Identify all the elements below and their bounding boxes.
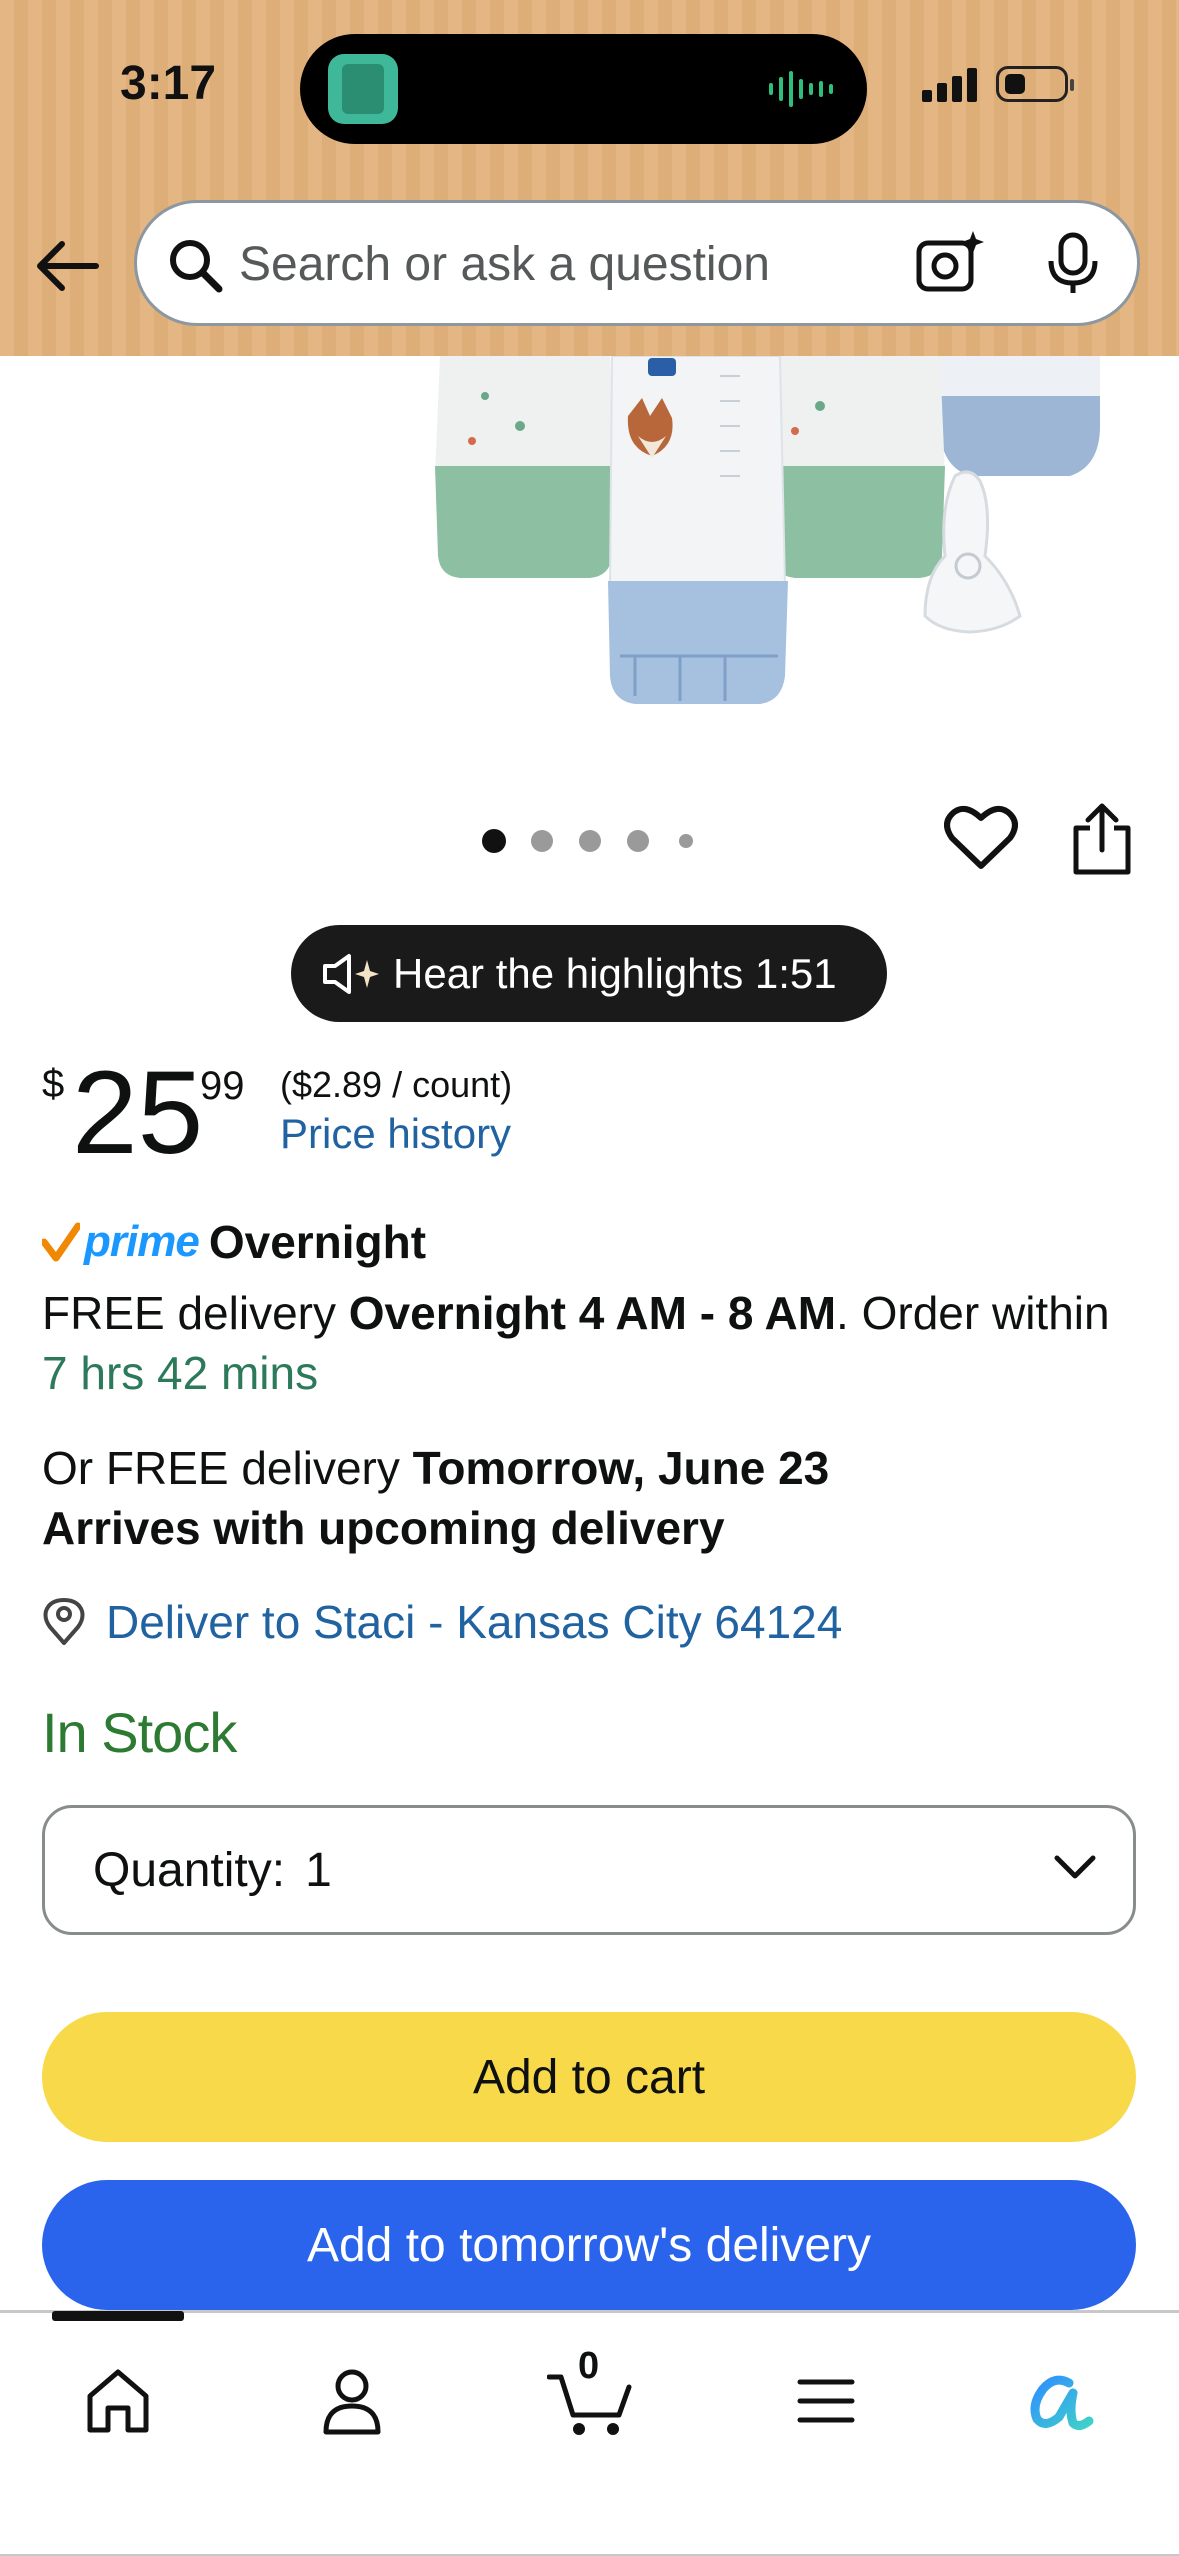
prime-badge: prime Overnight (42, 1214, 426, 1270)
price-symbol: $ (42, 1062, 65, 1106)
price-whole: 25 (72, 1047, 204, 1179)
deliver-to-link[interactable]: Deliver to Staci - Kansas City 64124 (42, 1595, 842, 1649)
active-tab-indicator (52, 2311, 184, 2321)
battery-icon (996, 66, 1074, 102)
cellular-signal-icon (922, 68, 977, 102)
rufus-icon (1030, 2375, 1094, 2431)
nav-account[interactable] (302, 2351, 402, 2451)
price-history-link[interactable]: Price history (280, 1110, 511, 1158)
primary-delivery-message: FREE delivery Overnight 4 AM - 8 AM. Ord… (42, 1283, 1142, 1403)
unit-price: ($2.89 / count) (280, 1064, 513, 1105)
cart-count: 0 (578, 2345, 600, 2387)
quantity-value: 1 (305, 1843, 332, 1897)
speaker-sparkle-icon (323, 953, 379, 994)
camera-search-icon[interactable] (915, 229, 985, 295)
back-arrow-icon[interactable] (32, 236, 102, 296)
nav-home[interactable] (68, 2351, 168, 2451)
location-pin-icon (43, 1598, 85, 1645)
hear-highlights-button[interactable]: Hear the highlights 1:51 (291, 925, 887, 1022)
nav-rufus[interactable] (1010, 2351, 1110, 2451)
delivery-text: . Order within (836, 1287, 1110, 1339)
add-to-tomorrow-delivery-button[interactable]: Add to tomorrow's delivery (42, 2180, 1136, 2310)
stock-status: In Stock (42, 1701, 237, 1764)
quantity-label: Quantity: (93, 1843, 286, 1897)
hear-highlights-label: Hear the highlights 1:51 (393, 949, 837, 997)
now-playing-app-icon[interactable] (328, 54, 398, 124)
price-fraction: 99 (200, 1064, 245, 1108)
search-icon (170, 240, 223, 293)
delivery-text: Or FREE delivery (42, 1442, 413, 1494)
prime-label: prime (84, 1217, 200, 1266)
account-icon (323, 2369, 381, 2435)
nav-cart[interactable]: 0 (540, 2345, 640, 2451)
status-time: 3:17 (120, 57, 217, 110)
image-carousel-dots[interactable] (480, 826, 700, 856)
nav-menu[interactable] (776, 2351, 876, 2451)
microphone-icon[interactable] (1045, 231, 1101, 297)
heart-icon[interactable] (944, 802, 1018, 872)
bottom-nav: 0 (0, 2310, 1179, 2556)
add-to-cart-button[interactable]: Add to cart (42, 2012, 1136, 2142)
delivery-note: Arrives with upcoming delivery (42, 1502, 725, 1554)
order-countdown: 7 hrs 42 mins (42, 1347, 319, 1399)
dynamic-island[interactable] (300, 34, 867, 144)
header: 3:17 (0, 0, 1179, 356)
prime-check-icon (42, 1222, 80, 1262)
quantity-select[interactable]: Quantity: 1 (42, 1805, 1136, 1935)
secondary-delivery-message: Or FREE delivery Tomorrow, June 23 Arriv… (42, 1438, 1142, 1558)
home-icon (87, 2369, 149, 2433)
audio-wave-icon (769, 71, 833, 107)
search-input[interactable] (237, 227, 941, 301)
chevron-down-icon (1054, 1855, 1096, 1879)
prime-speed: Overnight (208, 1216, 427, 1268)
deliver-to-label: Deliver to Staci - Kansas City 64124 (106, 1596, 843, 1648)
menu-icon (797, 2379, 855, 2423)
product-image[interactable] (380, 356, 1140, 716)
delivery-date: Tomorrow, June 23 (412, 1442, 830, 1494)
delivery-text: FREE delivery (42, 1287, 349, 1339)
search-bar[interactable] (134, 200, 1140, 326)
share-icon[interactable] (1070, 802, 1134, 876)
delivery-window: Overnight 4 AM - 8 AM (348, 1287, 837, 1339)
